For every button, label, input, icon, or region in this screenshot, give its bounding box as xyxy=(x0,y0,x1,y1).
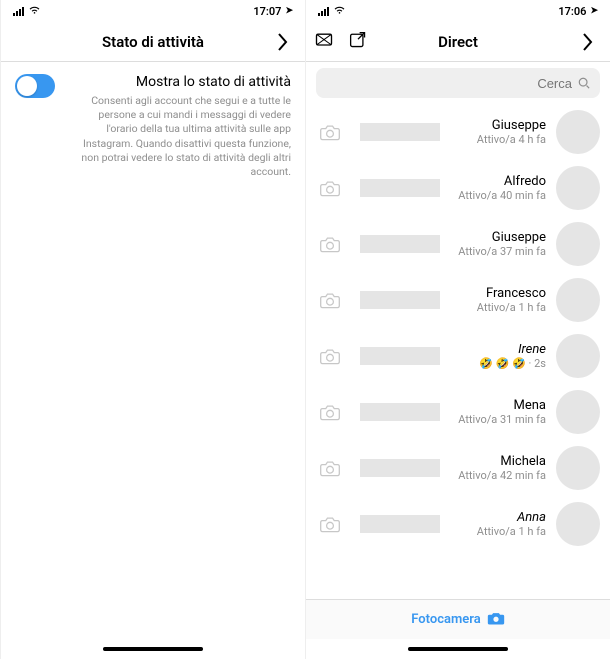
camera-button[interactable] xyxy=(316,118,344,146)
chat-info: MichelaAttivo/a 42 min fa xyxy=(456,454,546,482)
chat-row[interactable]: FrancescoAttivo/a 1 h fa xyxy=(306,272,610,328)
chat-info: GiuseppeAttivo/a 37 min fa xyxy=(456,230,546,258)
location-icon: ➤ xyxy=(590,6,598,16)
search-input[interactable] xyxy=(316,68,600,98)
search-text[interactable] xyxy=(522,76,572,91)
camera-button[interactable] xyxy=(316,454,344,482)
home-indicator xyxy=(306,639,610,659)
signal-icon xyxy=(13,7,24,16)
avatar xyxy=(556,334,600,378)
camera-label: Fotocamera xyxy=(411,612,480,627)
camera-button[interactable] xyxy=(316,174,344,202)
chat-row[interactable]: GiuseppeAttivo/a 4 h fa xyxy=(306,104,610,160)
message-preview xyxy=(360,179,440,197)
screen-share-icon[interactable] xyxy=(314,31,334,53)
back-button[interactable] xyxy=(572,27,602,57)
chat-name: Alfredo xyxy=(456,174,546,189)
page-title: Stato di attività xyxy=(102,33,204,51)
chat-name: Anna xyxy=(456,510,546,525)
chat-row[interactable]: MenaAttivo/a 31 min fa xyxy=(306,384,610,440)
avatar xyxy=(556,110,600,154)
direct-screen: 17:06 ➤ Direct GiuseppeAttivo/a 4 h faAl… xyxy=(305,0,610,659)
chat-row[interactable]: AlfredoAttivo/a 40 min fa xyxy=(306,160,610,216)
chat-info: Irene🤣 🤣 🤣 · 2s xyxy=(456,342,546,370)
message-preview xyxy=(360,347,440,365)
chat-status: Attivo/a 1 h fa xyxy=(456,301,546,314)
message-preview xyxy=(360,235,440,253)
chat-info: AnnaAttivo/a 1 h fa xyxy=(456,510,546,538)
home-indicator xyxy=(1,639,305,659)
chat-row[interactable]: MichelaAttivo/a 42 min fa xyxy=(306,440,610,496)
camera-icon xyxy=(487,610,505,630)
chat-name: Michela xyxy=(456,454,546,469)
message-preview xyxy=(360,515,440,533)
chat-name: Mena xyxy=(456,398,546,413)
chat-row[interactable]: GiuseppeAttivo/a 37 min fa xyxy=(306,216,610,272)
avatar xyxy=(556,278,600,322)
avatar xyxy=(556,502,600,546)
chat-info: GiuseppeAttivo/a 4 h fa xyxy=(456,118,546,146)
chat-name: Giuseppe xyxy=(456,230,546,245)
camera-button[interactable] xyxy=(316,286,344,314)
location-icon: ➤ xyxy=(285,6,293,16)
chat-info: MenaAttivo/a 31 min fa xyxy=(456,398,546,426)
wifi-icon xyxy=(333,5,346,18)
activity-status-screen: 17:07 ➤ Stato di attività Mostra lo stat… xyxy=(0,0,305,659)
new-message-icon[interactable] xyxy=(348,31,368,53)
setting-description: Consenti agli account che segui e a tutt… xyxy=(65,94,291,179)
chat-status: Attivo/a 1 h fa xyxy=(456,525,546,538)
chat-name: Irene xyxy=(456,342,546,357)
avatar xyxy=(556,222,600,266)
search-icon xyxy=(578,74,590,93)
nav-bar: Stato di attività xyxy=(1,22,305,62)
chat-status: Attivo/a 31 min fa xyxy=(456,413,546,426)
chat-name: Giuseppe xyxy=(456,118,546,133)
chat-status: 🤣 🤣 🤣 · 2s xyxy=(456,357,546,370)
status-bar: 17:07 ➤ xyxy=(1,0,305,22)
chat-info: FrancescoAttivo/a 1 h fa xyxy=(456,286,546,314)
activity-status-row: Mostra lo stato di attività Consenti agl… xyxy=(15,74,291,179)
camera-button[interactable] xyxy=(316,398,344,426)
chat-status: Attivo/a 4 h fa xyxy=(456,133,546,146)
setting-title: Mostra lo stato di attività xyxy=(65,74,291,90)
chat-status: Attivo/a 42 min fa xyxy=(456,469,546,482)
chat-status: Attivo/a 40 min fa xyxy=(456,189,546,202)
page-title: Direct xyxy=(438,33,478,51)
nav-bar: Direct xyxy=(306,22,610,62)
avatar xyxy=(556,166,600,210)
message-preview xyxy=(360,123,440,141)
camera-button[interactable] xyxy=(316,230,344,258)
avatar xyxy=(556,446,600,490)
avatar xyxy=(556,390,600,434)
camera-button[interactable] xyxy=(316,510,344,538)
message-preview xyxy=(360,459,440,477)
wifi-icon xyxy=(28,5,41,18)
chat-row[interactable]: AnnaAttivo/a 1 h fa xyxy=(306,496,610,552)
camera-button[interactable] xyxy=(316,342,344,370)
status-time: 17:06 xyxy=(558,5,586,18)
chat-name: Francesco xyxy=(456,286,546,301)
message-preview xyxy=(360,403,440,421)
chat-list: GiuseppeAttivo/a 4 h faAlfredoAttivo/a 4… xyxy=(306,104,610,599)
back-button[interactable] xyxy=(267,27,297,57)
camera-bar[interactable]: Fotocamera xyxy=(306,599,610,639)
signal-icon xyxy=(318,7,329,16)
chat-info: AlfredoAttivo/a 40 min fa xyxy=(456,174,546,202)
chat-status: Attivo/a 37 min fa xyxy=(456,245,546,258)
chat-row[interactable]: Irene🤣 🤣 🤣 · 2s xyxy=(306,328,610,384)
status-bar: 17:06 ➤ xyxy=(306,0,610,22)
message-preview xyxy=(360,291,440,309)
activity-status-toggle[interactable] xyxy=(15,74,55,98)
status-time: 17:07 xyxy=(253,5,281,18)
